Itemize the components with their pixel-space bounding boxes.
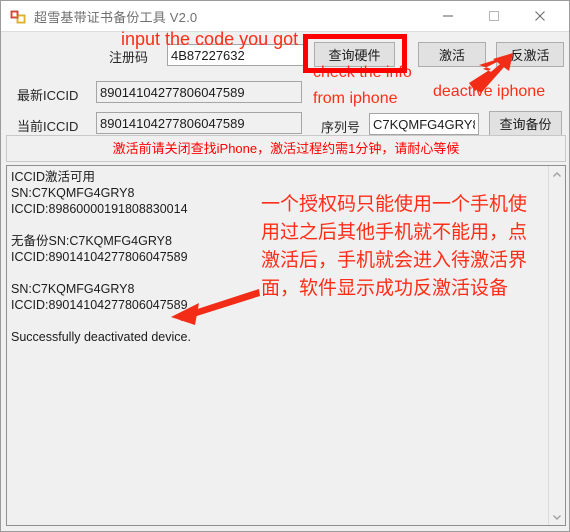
serial-number-input[interactable] [369,113,479,135]
annotation-from-iphone: from iphone [313,90,398,107]
annotation-deactive-iphone: deactive iphone [433,83,546,100]
latest-iccid-label: 最新ICCID [17,88,79,103]
app-window-icon [10,9,26,25]
scrollbar-down-button[interactable] [549,508,565,525]
current-iccid-label: 当前ICCID [17,119,79,134]
deactivate-button[interactable]: 反激活 [496,42,564,67]
status-banner: 激活前请关闭查找iPhone，激活过程约需1分钟，请耐心等候 [6,135,566,162]
maximize-button[interactable] [471,1,517,31]
serial-number-label: 序列号 [321,120,361,135]
current-iccid-input[interactable] [96,112,302,134]
minimize-button[interactable] [425,1,471,31]
close-button[interactable] [517,1,563,31]
title-bar: 超雪基带证书备份工具 V2.0 [1,1,569,32]
annotation-input-code: input the code you got [121,29,299,49]
application-window: 超雪基带证书备份工具 V2.0 注册码 最新ICCID 当前ICCID 序列号 [0,0,570,532]
latest-iccid-input[interactable] [96,81,302,103]
window-title: 超雪基带证书备份工具 V2.0 [34,10,198,25]
scrollbar-up-button[interactable] [549,166,565,183]
log-scrollbar[interactable] [548,166,565,525]
annotation-note-block: 一个授权码只能使用一个手机使用过之后其他手机就不能用，点激活后，手机就会进入待激… [261,194,528,299]
query-backup-button[interactable]: 查询备份 [489,111,562,136]
annotation-check-info: check the info [313,64,412,81]
activate-button[interactable]: 激活 [418,42,486,67]
log-output-text: ICCID激活可用 SN:C7KQMFG4GRY8 ICCID:89860000… [11,170,191,344]
